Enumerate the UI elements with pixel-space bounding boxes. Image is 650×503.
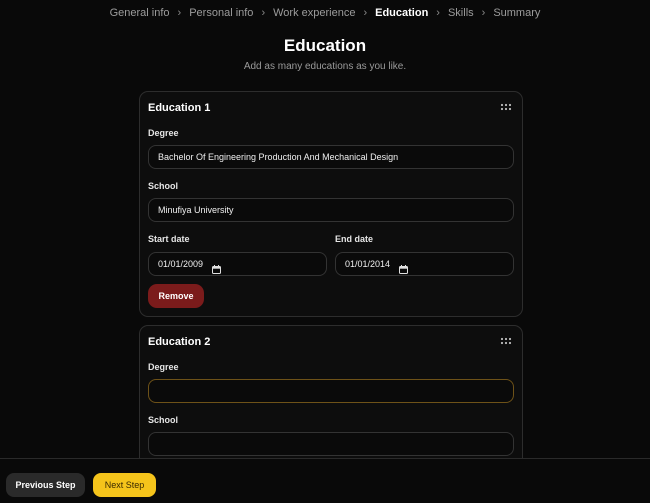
- education-card-1: Education 1 Degree Bachelor Of Engineeri…: [139, 91, 523, 317]
- crumb-general-info[interactable]: General info: [110, 7, 170, 19]
- next-step-button[interactable]: Next Step: [93, 473, 156, 497]
- school-label: School: [148, 415, 179, 425]
- breadcrumb-separator: ›: [436, 7, 440, 19]
- start-date-label: Start date: [148, 234, 190, 244]
- grip-dots-icon[interactable]: [500, 337, 512, 345]
- calendar-icon[interactable]: [212, 260, 222, 274]
- school-input[interactable]: [148, 432, 514, 456]
- education-card-title: Education 2: [148, 336, 211, 348]
- crumb-personal-info[interactable]: Personal info: [189, 7, 253, 19]
- start-date-value: 01/01/2009: [158, 259, 204, 269]
- step-footer: Previous Step Next Step: [0, 458, 650, 503]
- degree-label: Degree: [148, 128, 179, 138]
- school-label: School: [148, 181, 179, 191]
- page-subtitle: Add as many educations as you like.: [243, 61, 407, 72]
- breadcrumb: General info › Personal info › Work expe…: [0, 0, 650, 26]
- breadcrumb-separator: ›: [363, 7, 368, 19]
- start-date-input[interactable]: 01/01/2009: [148, 252, 327, 276]
- end-date-label: End date: [335, 234, 374, 244]
- breadcrumb-separator: ›: [261, 7, 266, 19]
- degree-input[interactable]: [148, 379, 514, 403]
- end-date-value: 01/01/2014: [345, 259, 391, 269]
- crumb-skills[interactable]: Skills: [448, 7, 474, 19]
- calendar-icon[interactable]: [399, 260, 409, 274]
- education-card-2: Education 2 Degree School: [139, 325, 523, 470]
- grip-dots-icon[interactable]: [500, 103, 512, 111]
- page-title: Education: [283, 36, 367, 55]
- education-card-title: Education 1: [148, 102, 211, 114]
- school-input[interactable]: Minufiya University: [148, 198, 514, 222]
- crumb-summary[interactable]: Summary: [493, 7, 540, 19]
- previous-step-button[interactable]: Previous Step: [6, 473, 85, 497]
- breadcrumb-separator: ›: [177, 7, 182, 19]
- breadcrumb-separator: ›: [481, 7, 486, 19]
- crumb-education[interactable]: Education: [375, 7, 428, 19]
- end-date-input[interactable]: 01/01/2014: [335, 252, 514, 276]
- degree-input[interactable]: Bachelor Of Engineering Production And M…: [148, 145, 514, 169]
- degree-label: Degree: [148, 362, 179, 372]
- crumb-work-experience[interactable]: Work experience: [273, 7, 355, 19]
- education-step-page: General info › Personal info › Work expe…: [0, 0, 650, 503]
- remove-education-button[interactable]: Remove: [148, 284, 204, 308]
